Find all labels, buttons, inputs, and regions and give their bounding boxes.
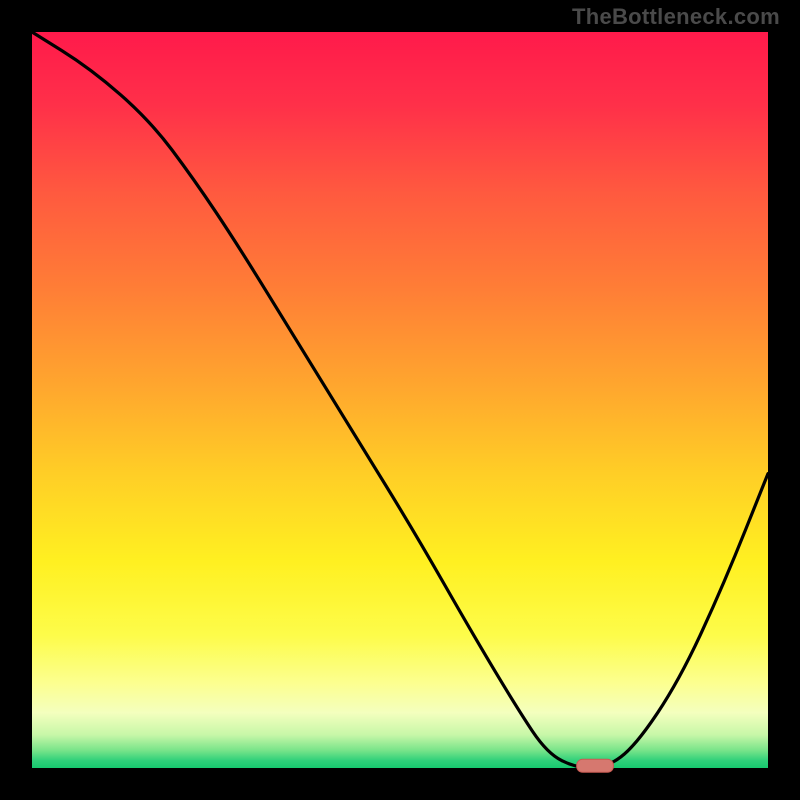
chart-frame: { "watermark": "TheBottleneck.com", "col… xyxy=(0,0,800,800)
plot-background xyxy=(32,32,768,768)
bottleneck-chart xyxy=(0,0,800,800)
optimal-marker xyxy=(577,759,614,772)
